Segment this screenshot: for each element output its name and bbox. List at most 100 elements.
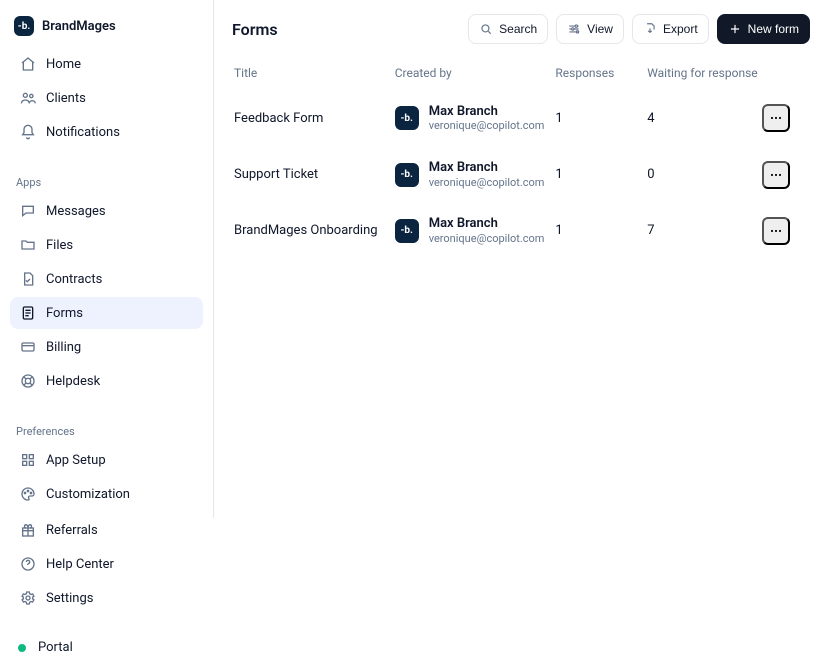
nav-apps: Messages Files Contracts Forms [8, 193, 205, 399]
sidebar-item-home[interactable]: Home [10, 48, 203, 80]
export-button[interactable]: Export [632, 14, 709, 44]
folder-icon [20, 237, 36, 253]
row-actions-button[interactable] [762, 161, 790, 189]
file-check-icon [20, 271, 36, 287]
sidebar-item-label: Customization [46, 487, 130, 502]
life-ring-icon [20, 373, 36, 389]
sidebar-item-contracts[interactable]: Contracts [10, 263, 203, 295]
sidebar-item-label: Messages [46, 204, 106, 219]
row-actions-button[interactable] [762, 104, 790, 132]
brand-logo: -b. [14, 16, 34, 36]
download-icon [643, 22, 657, 36]
cell-waiting: 0 [647, 167, 762, 182]
main: Forms Search View Export [214, 0, 828, 518]
sidebar-item-files[interactable]: Files [10, 229, 203, 261]
col-responses[interactable]: Responses [555, 66, 647, 80]
sidebar-item-label: Referrals [46, 523, 98, 538]
sidebar-item-label: Home [46, 57, 81, 72]
page-title: Forms [232, 20, 278, 39]
view-button[interactable]: View [556, 14, 624, 44]
help-icon [20, 556, 36, 572]
cell-responses: 1 [555, 111, 647, 126]
home-icon [20, 56, 36, 72]
button-label: Export [663, 22, 698, 36]
sidebar-item-portal[interactable]: Portal [8, 632, 205, 663]
dots-horizontal-icon [768, 167, 784, 183]
section-preferences-label: Preferences [8, 415, 205, 442]
sidebar-item-label: Billing [46, 340, 81, 355]
palette-icon [20, 486, 36, 502]
col-waiting[interactable]: Waiting for response [647, 66, 762, 80]
waiting-count: 4 [647, 111, 654, 126]
creator: Max Branch veronique@copilot.com [429, 104, 545, 133]
col-label: Responses [555, 66, 614, 80]
cell-title: Feedback Form [234, 111, 395, 126]
sidebar-item-notifications[interactable]: Notifications [10, 116, 203, 148]
sidebar-item-referrals[interactable]: Referrals [10, 514, 203, 546]
sidebar-item-customization[interactable]: Customization [10, 478, 203, 510]
nav-footer: Referrals Help Center Settings [8, 512, 205, 616]
creator-name: Max Branch [429, 160, 545, 176]
table-header: Title Created by Responses Waiting for r… [218, 56, 822, 90]
responses-count: 1 [555, 223, 562, 238]
sidebar-item-label: Help Center [46, 557, 114, 572]
col-label: Created by [395, 66, 452, 80]
sidebar-item-label: Notifications [46, 125, 120, 140]
sidebar-item-app-setup[interactable]: App Setup [10, 444, 203, 476]
sidebar-item-label: App Setup [46, 453, 106, 468]
col-title[interactable]: Title [234, 66, 395, 80]
form-title: Support Ticket [234, 167, 318, 182]
form-title: Feedback Form [234, 111, 323, 126]
sidebar-item-helpdesk[interactable]: Helpdesk [10, 365, 203, 397]
sidebar: -b. BrandMages Home Clients Notificat [0, 0, 214, 518]
brand: -b. BrandMages [8, 10, 205, 46]
waiting-count: 7 [647, 223, 654, 238]
sidebar-item-label: Files [46, 238, 73, 253]
new-form-button[interactable]: New form [717, 14, 810, 44]
creator-email: veronique@copilot.com [429, 232, 545, 245]
col-created-by[interactable]: Created by [395, 66, 556, 80]
toolbar: Forms Search View Export [214, 0, 828, 52]
cell-created-by: -b. Max Branch veronique@copilot.com [395, 160, 556, 189]
users-icon [20, 90, 36, 106]
form-title: BrandMages Onboarding [234, 223, 378, 238]
dots-horizontal-icon [768, 110, 784, 126]
search-icon [479, 22, 493, 36]
nav-preferences: App Setup Customization [8, 442, 205, 512]
cell-responses: 1 [555, 167, 647, 182]
form-icon [20, 305, 36, 321]
table-row[interactable]: Feedback Form -b. Max Branch veronique@c… [218, 90, 822, 146]
cell-actions [762, 217, 806, 245]
sidebar-item-label: Helpdesk [46, 374, 100, 389]
cell-title: BrandMages Onboarding [234, 223, 395, 238]
sidebar-item-messages[interactable]: Messages [10, 195, 203, 227]
button-label: Search [499, 22, 537, 36]
sidebar-item-clients[interactable]: Clients [10, 82, 203, 114]
sidebar-item-settings[interactable]: Settings [10, 582, 203, 614]
creator-name: Max Branch [429, 104, 545, 120]
sidebar-item-label: Portal [38, 640, 73, 655]
forms-table: Title Created by Responses Waiting for r… [214, 52, 828, 258]
avatar: -b. [395, 106, 419, 130]
bell-icon [20, 124, 36, 140]
plus-icon [728, 22, 742, 36]
responses-count: 1 [555, 167, 562, 182]
table-row[interactable]: BrandMages Onboarding -b. Max Branch ver… [218, 202, 822, 258]
chat-icon [20, 203, 36, 219]
status-dot-icon [18, 644, 26, 652]
gift-icon [20, 522, 36, 538]
cell-actions [762, 161, 806, 189]
dots-horizontal-icon [768, 223, 784, 239]
table-row[interactable]: Support Ticket -b. Max Branch veronique@… [218, 146, 822, 202]
avatar: -b. [395, 163, 419, 187]
cell-responses: 1 [555, 223, 647, 238]
waiting-count: 0 [647, 167, 654, 182]
grid-icon [20, 452, 36, 468]
sidebar-item-forms[interactable]: Forms [10, 297, 203, 329]
search-button[interactable]: Search [468, 14, 548, 44]
creator: Max Branch veronique@copilot.com [429, 160, 545, 189]
sidebar-item-billing[interactable]: Billing [10, 331, 203, 363]
row-actions-button[interactable] [762, 217, 790, 245]
sidebar-item-help-center[interactable]: Help Center [10, 548, 203, 580]
nav-primary: Home Clients Notifications [8, 46, 205, 150]
